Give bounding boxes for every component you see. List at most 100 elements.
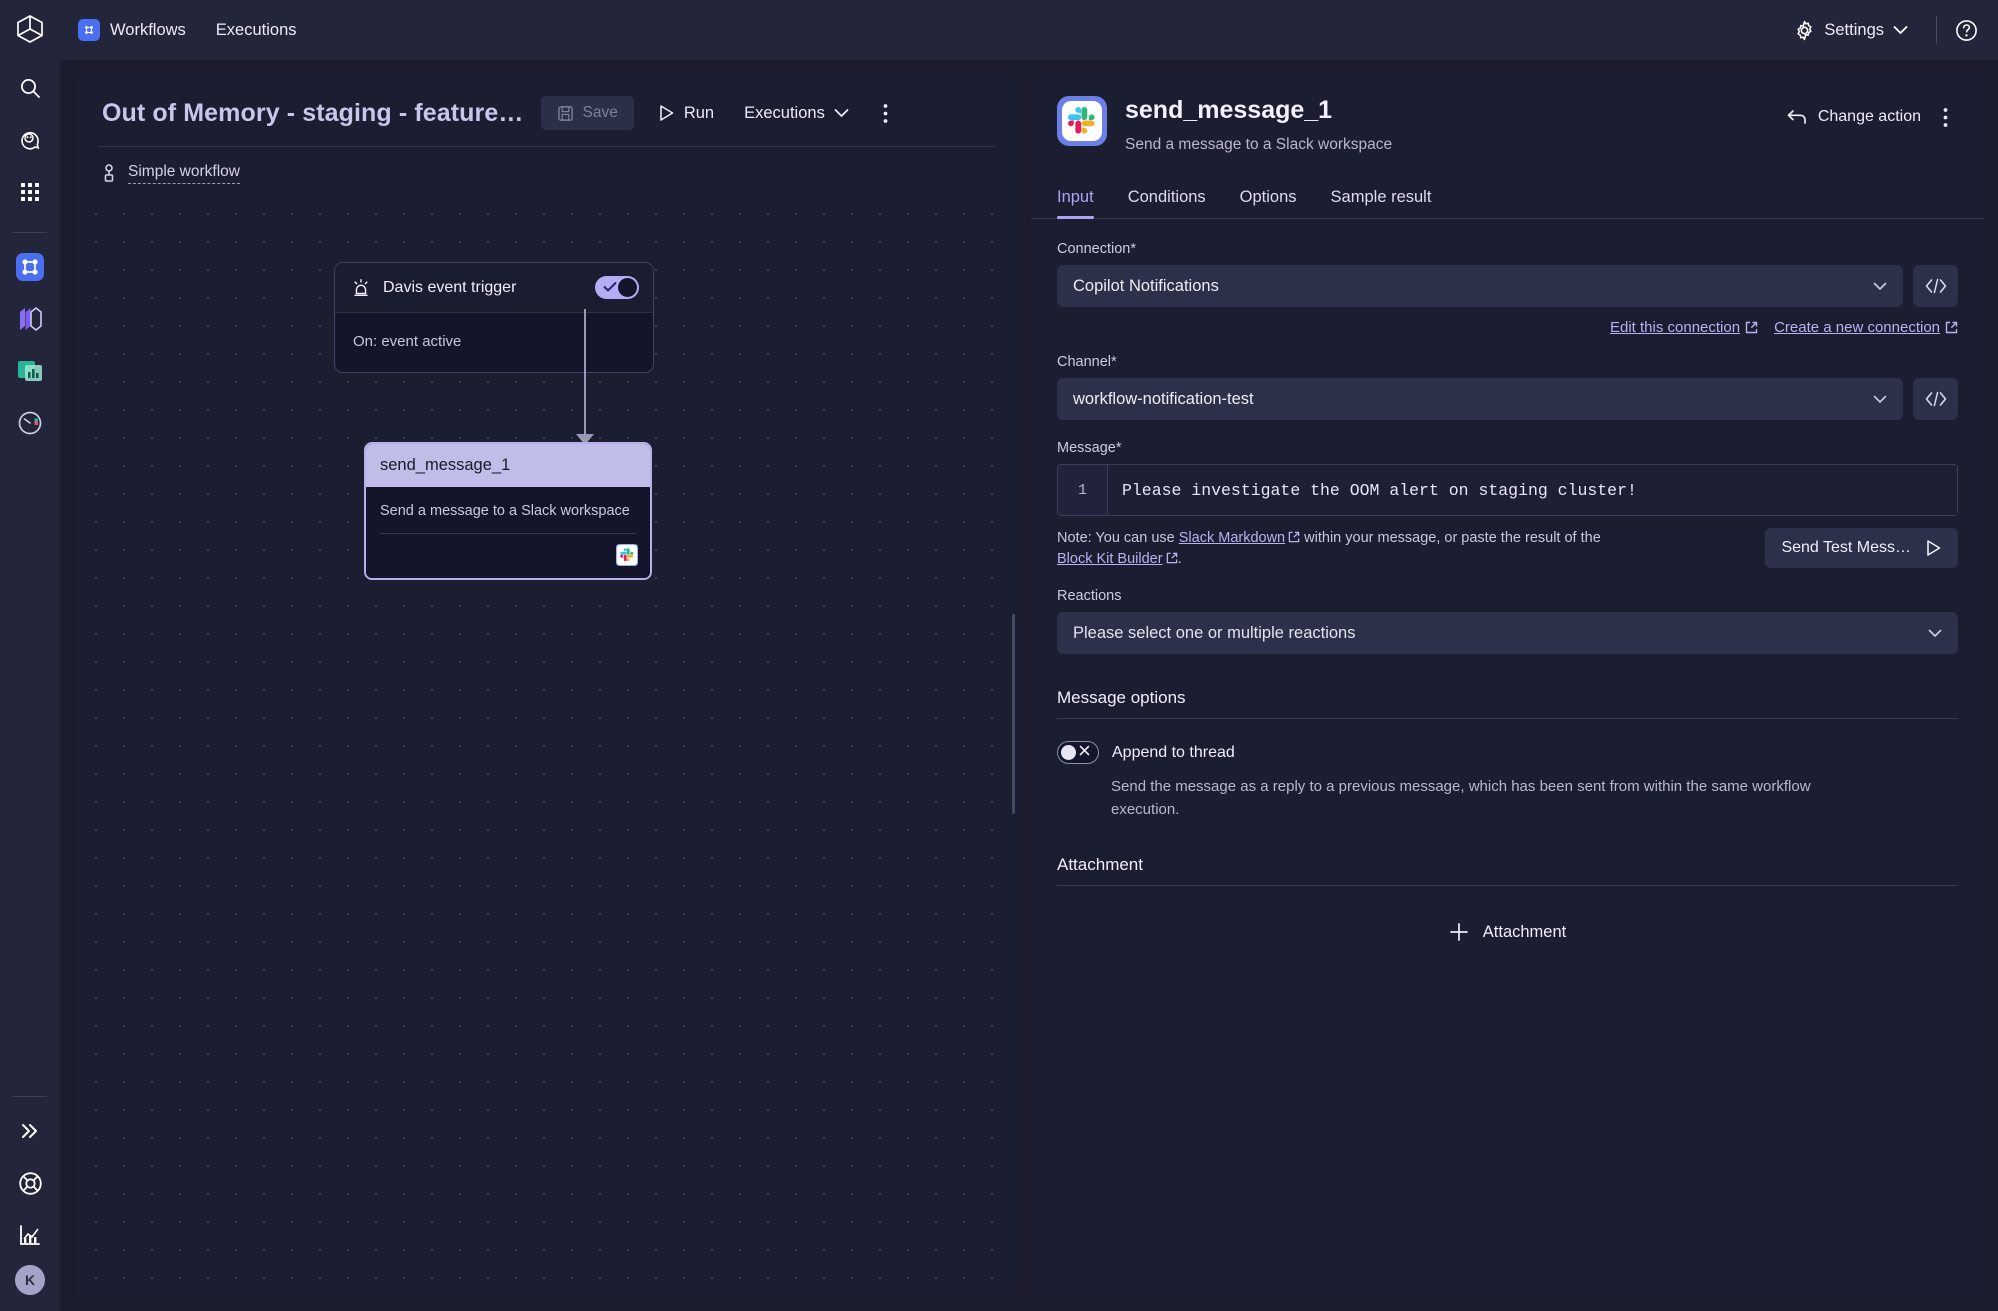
save-button[interactable]: Save: [541, 96, 634, 130]
node-body: Send a message to a Slack workspace: [366, 487, 650, 534]
connection-select[interactable]: Copilot Notifications: [1057, 265, 1903, 307]
apps-grid-icon[interactable]: [8, 170, 52, 214]
tab-input[interactable]: Input: [1057, 180, 1094, 219]
top-bar-right: Settings: [1784, 14, 1998, 47]
trigger-enable-toggle[interactable]: [595, 276, 639, 299]
message-label: Message*: [1057, 440, 1122, 456]
connection-code-button[interactable]: [1913, 265, 1958, 307]
channel-code-button[interactable]: [1913, 378, 1958, 420]
edit-connection-label: Edit this connection: [1609, 319, 1741, 336]
play-icon: [658, 104, 675, 122]
top-nav: Workflows Executions: [78, 19, 297, 41]
action-config-panel: send_message_1 Send a message to a Slack…: [1031, 74, 1984, 1297]
workflow-graph[interactable]: Davis event trigger On: event active sen…: [76, 194, 1017, 1297]
avatar[interactable]: K: [15, 1265, 45, 1295]
reactions-select[interactable]: Please select one or multiple reactions: [1057, 612, 1958, 655]
code-brackets-icon: [1925, 278, 1947, 294]
floppy-disk-icon: [557, 105, 574, 122]
channel-select[interactable]: workflow-notification-test: [1057, 378, 1903, 420]
node-davis-event-trigger[interactable]: Davis event trigger On: event active: [334, 262, 654, 373]
panel-more-menu[interactable]: [1933, 103, 1958, 132]
workflow-node-icon: [102, 164, 116, 183]
workflow-subtitle-row: Simple workflow: [76, 147, 1017, 194]
send-test-message-button[interactable]: Send Test Mess…: [1765, 528, 1958, 568]
cube-logo-icon[interactable]: [16, 14, 44, 44]
slack-markdown-label: Slack Markdown: [1178, 530, 1286, 546]
workflow-more-menu[interactable]: [873, 99, 898, 128]
chevron-down-icon: [834, 108, 849, 118]
panel-tabs: Input Conditions Options Sample result: [1031, 180, 1984, 219]
panel-body: Connection* Copilot Notifications Edit t…: [1031, 219, 1984, 1297]
left-rail: K: [0, 0, 60, 1311]
lifebuoy-icon[interactable]: [8, 1161, 52, 1205]
rail-divider: [13, 232, 47, 233]
block-kit-builder-label: Block Kit Builder: [1057, 551, 1163, 568]
message-note: Note: You can use Slack Markdown within …: [1057, 528, 1601, 570]
tab-conditions[interactable]: Conditions: [1128, 180, 1206, 218]
toggle-knob: [618, 278, 637, 297]
settings-button[interactable]: Settings: [1784, 14, 1918, 47]
search-icon[interactable]: [8, 66, 52, 110]
chevron-down-icon: [1893, 25, 1908, 35]
chevron-down-icon: [1873, 282, 1887, 291]
panel-title: send_message_1: [1125, 96, 1333, 124]
slack-markdown-link[interactable]: Slack Markdown: [1179, 528, 1285, 549]
connection-row: Copilot Notifications: [1057, 265, 1958, 307]
sidebar-item-workflows[interactable]: [8, 245, 52, 289]
davis-copilot-icon[interactable]: [8, 118, 52, 162]
run-label: Run: [683, 103, 715, 122]
rail-divider-bottom: [13, 1096, 47, 1097]
change-action-label: Change action: [1817, 108, 1921, 125]
send-test-label: Send Test Mess…: [1781, 539, 1911, 556]
add-attachment-button[interactable]: Attachment: [1057, 922, 1958, 942]
node-title: send_message_1: [366, 444, 650, 487]
edge-connector: [584, 309, 586, 437]
edit-connection-link[interactable]: Edit this connection: [1610, 319, 1758, 336]
message-editor[interactable]: 1 Please investigate the OOM alert on st…: [1057, 464, 1958, 516]
attachment-title: Attachment: [1057, 855, 1958, 887]
sidebar-item-dashboards[interactable]: [8, 349, 52, 393]
tab-executions[interactable]: Executions: [216, 21, 297, 40]
add-attachment-label: Attachment: [1482, 922, 1567, 941]
tab-sample-result[interactable]: Sample result: [1331, 180, 1432, 218]
executions-dropdown[interactable]: Executions: [738, 98, 855, 129]
message-note-row: Note: You can use Slack Markdown within …: [1057, 528, 1958, 570]
node-header: Davis event trigger: [335, 263, 653, 313]
change-action-button[interactable]: Change action: [1779, 102, 1929, 132]
append-to-thread-label: Append to thread: [1112, 743, 1235, 761]
arrow-back-icon: [1787, 109, 1807, 125]
slack-icon-inner: [1062, 101, 1102, 141]
sidebar-item-recents[interactable]: [8, 401, 52, 445]
create-connection-link[interactable]: Create a new connection: [1774, 319, 1958, 336]
append-to-thread-row: Append to thread: [1057, 741, 1958, 765]
reactions-placeholder: Please select one or multiple reactions: [1073, 623, 1356, 642]
simple-workflow-link[interactable]: Simple workflow: [128, 163, 240, 184]
workflow-header: Out of Memory - staging - feature… Save: [76, 74, 1017, 146]
chart-icon[interactable]: [8, 1213, 52, 1257]
close-icon: [1079, 745, 1090, 756]
workflows-icon: [78, 19, 100, 41]
slack-icon: [1057, 96, 1107, 146]
sidebar-item-launchpad[interactable]: [8, 297, 52, 341]
plus-icon: [1449, 922, 1469, 942]
append-to-thread-toggle[interactable]: [1057, 741, 1099, 765]
block-kit-builder-link[interactable]: Block Kit Builder: [1057, 549, 1163, 570]
toggle-knob: [1061, 745, 1076, 761]
canvas-scrollbar[interactable]: [1012, 614, 1015, 814]
chevrons-right-icon[interactable]: [8, 1109, 52, 1153]
node-description: Send a message to a Slack workspace: [380, 503, 630, 519]
node-send-message-1[interactable]: send_message_1 Send a message to a Slack…: [364, 442, 652, 580]
message-block: Message* 1 Please investigate the OOM al…: [1057, 440, 1958, 570]
message-input[interactable]: Please investigate the OOM alert on stag…: [1108, 465, 1957, 515]
question-circle-icon[interactable]: [1955, 19, 1978, 42]
slack-icon: [616, 544, 638, 566]
note-suffix: .: [1177, 551, 1182, 568]
tab-workflows[interactable]: Workflows: [78, 19, 186, 41]
tab-workflows-label: Workflows: [110, 20, 186, 39]
run-button[interactable]: Run: [652, 98, 720, 129]
line-number: 1: [1058, 465, 1108, 515]
external-link-icon: [1285, 530, 1300, 546]
gear-icon: [1794, 20, 1815, 41]
note-middle: within your message, or paste the result…: [1300, 530, 1601, 546]
tab-options[interactable]: Options: [1240, 180, 1297, 218]
